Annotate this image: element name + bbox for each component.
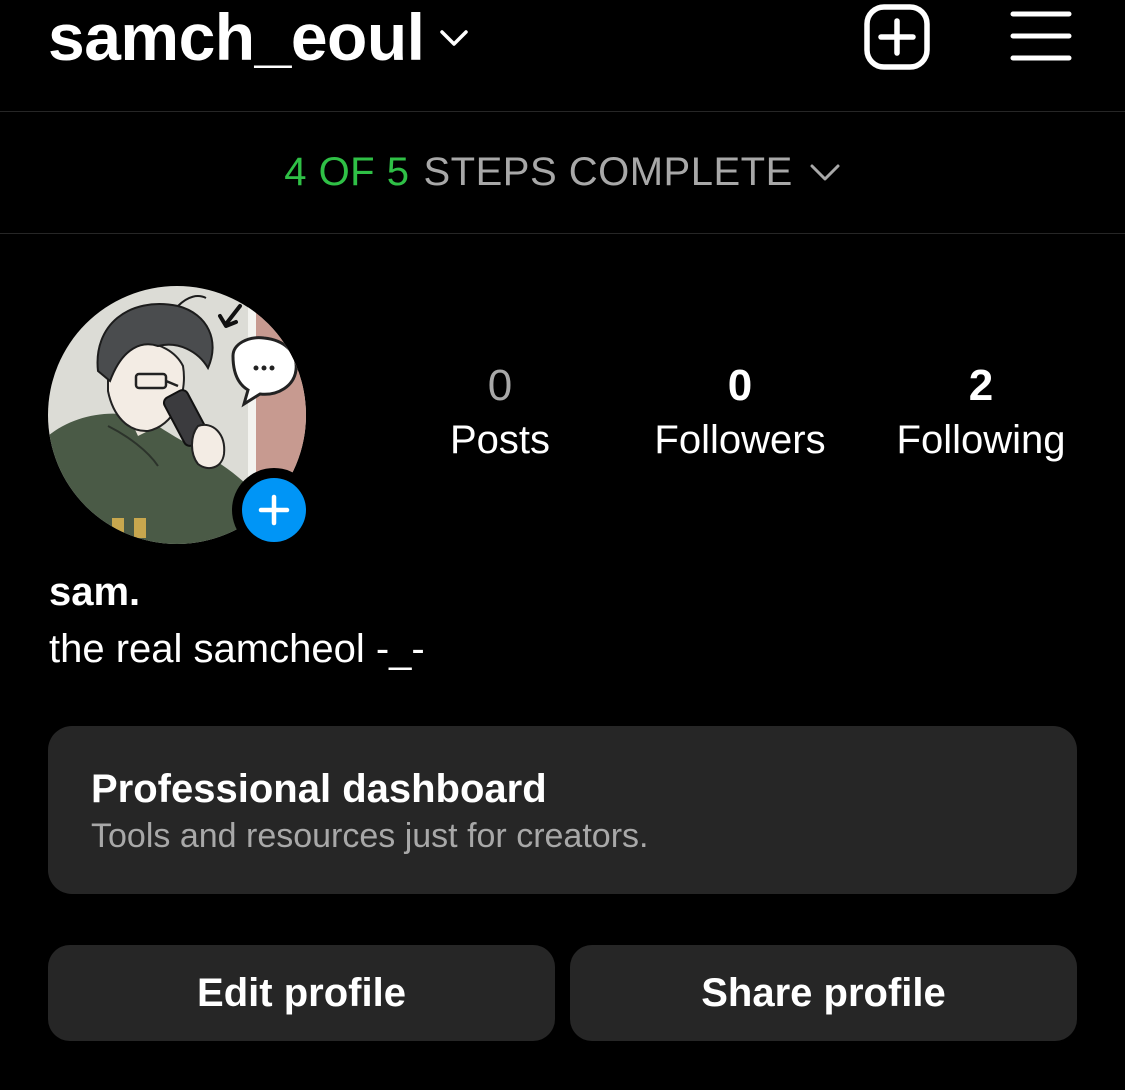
username: samch_eoul [48, 0, 425, 74]
dashboard-subtitle: Tools and resources just for creators. [91, 817, 649, 855]
posts-label: Posts [449, 418, 551, 462]
steps-label: STEPS COMPLETE [423, 150, 793, 194]
edit-profile-button[interactable]: Edit profile [48, 945, 555, 1041]
hamburger-menu-icon[interactable] [1010, 10, 1072, 62]
chevron-down-icon [810, 164, 840, 180]
posts-stat[interactable]: 0 Posts [380, 358, 620, 466]
followers-label: Followers [654, 418, 826, 462]
following-count: 2 [968, 361, 994, 410]
add-story-button[interactable] [232, 468, 316, 552]
following-stat[interactable]: 2 Following [861, 358, 1101, 466]
steps-progress: 4 OF 5 [284, 150, 410, 194]
chevron-down-icon [439, 30, 468, 46]
new-post-button[interactable] [864, 4, 930, 70]
share-profile-button[interactable]: Share profile [570, 945, 1077, 1041]
posts-count: 0 [487, 361, 513, 410]
followers-count: 0 [727, 361, 753, 410]
setup-steps-banner[interactable]: 4 OF 5 STEPS COMPLETE [0, 112, 1125, 234]
account-switcher[interactable]: samch_eoul [48, 0, 469, 80]
plus-icon [258, 494, 290, 526]
setup-steps-text: 4 OF 5 STEPS COMPLETE [284, 150, 841, 195]
followers-stat[interactable]: 0 Followers [620, 358, 860, 466]
profile-header: samch_eoul [0, 0, 1125, 112]
profile-stats: 0 Posts 0 Followers 2 Following [380, 358, 1110, 478]
dashboard-title: Professional dashboard [91, 767, 547, 811]
add-story-circle [242, 478, 306, 542]
bio-text: the real samcheol -_- [49, 627, 425, 671]
following-label: Following [896, 418, 1066, 462]
display-name: sam. [49, 570, 141, 614]
professional-dashboard-card[interactable]: Professional dashboard Tools and resourc… [48, 726, 1077, 894]
